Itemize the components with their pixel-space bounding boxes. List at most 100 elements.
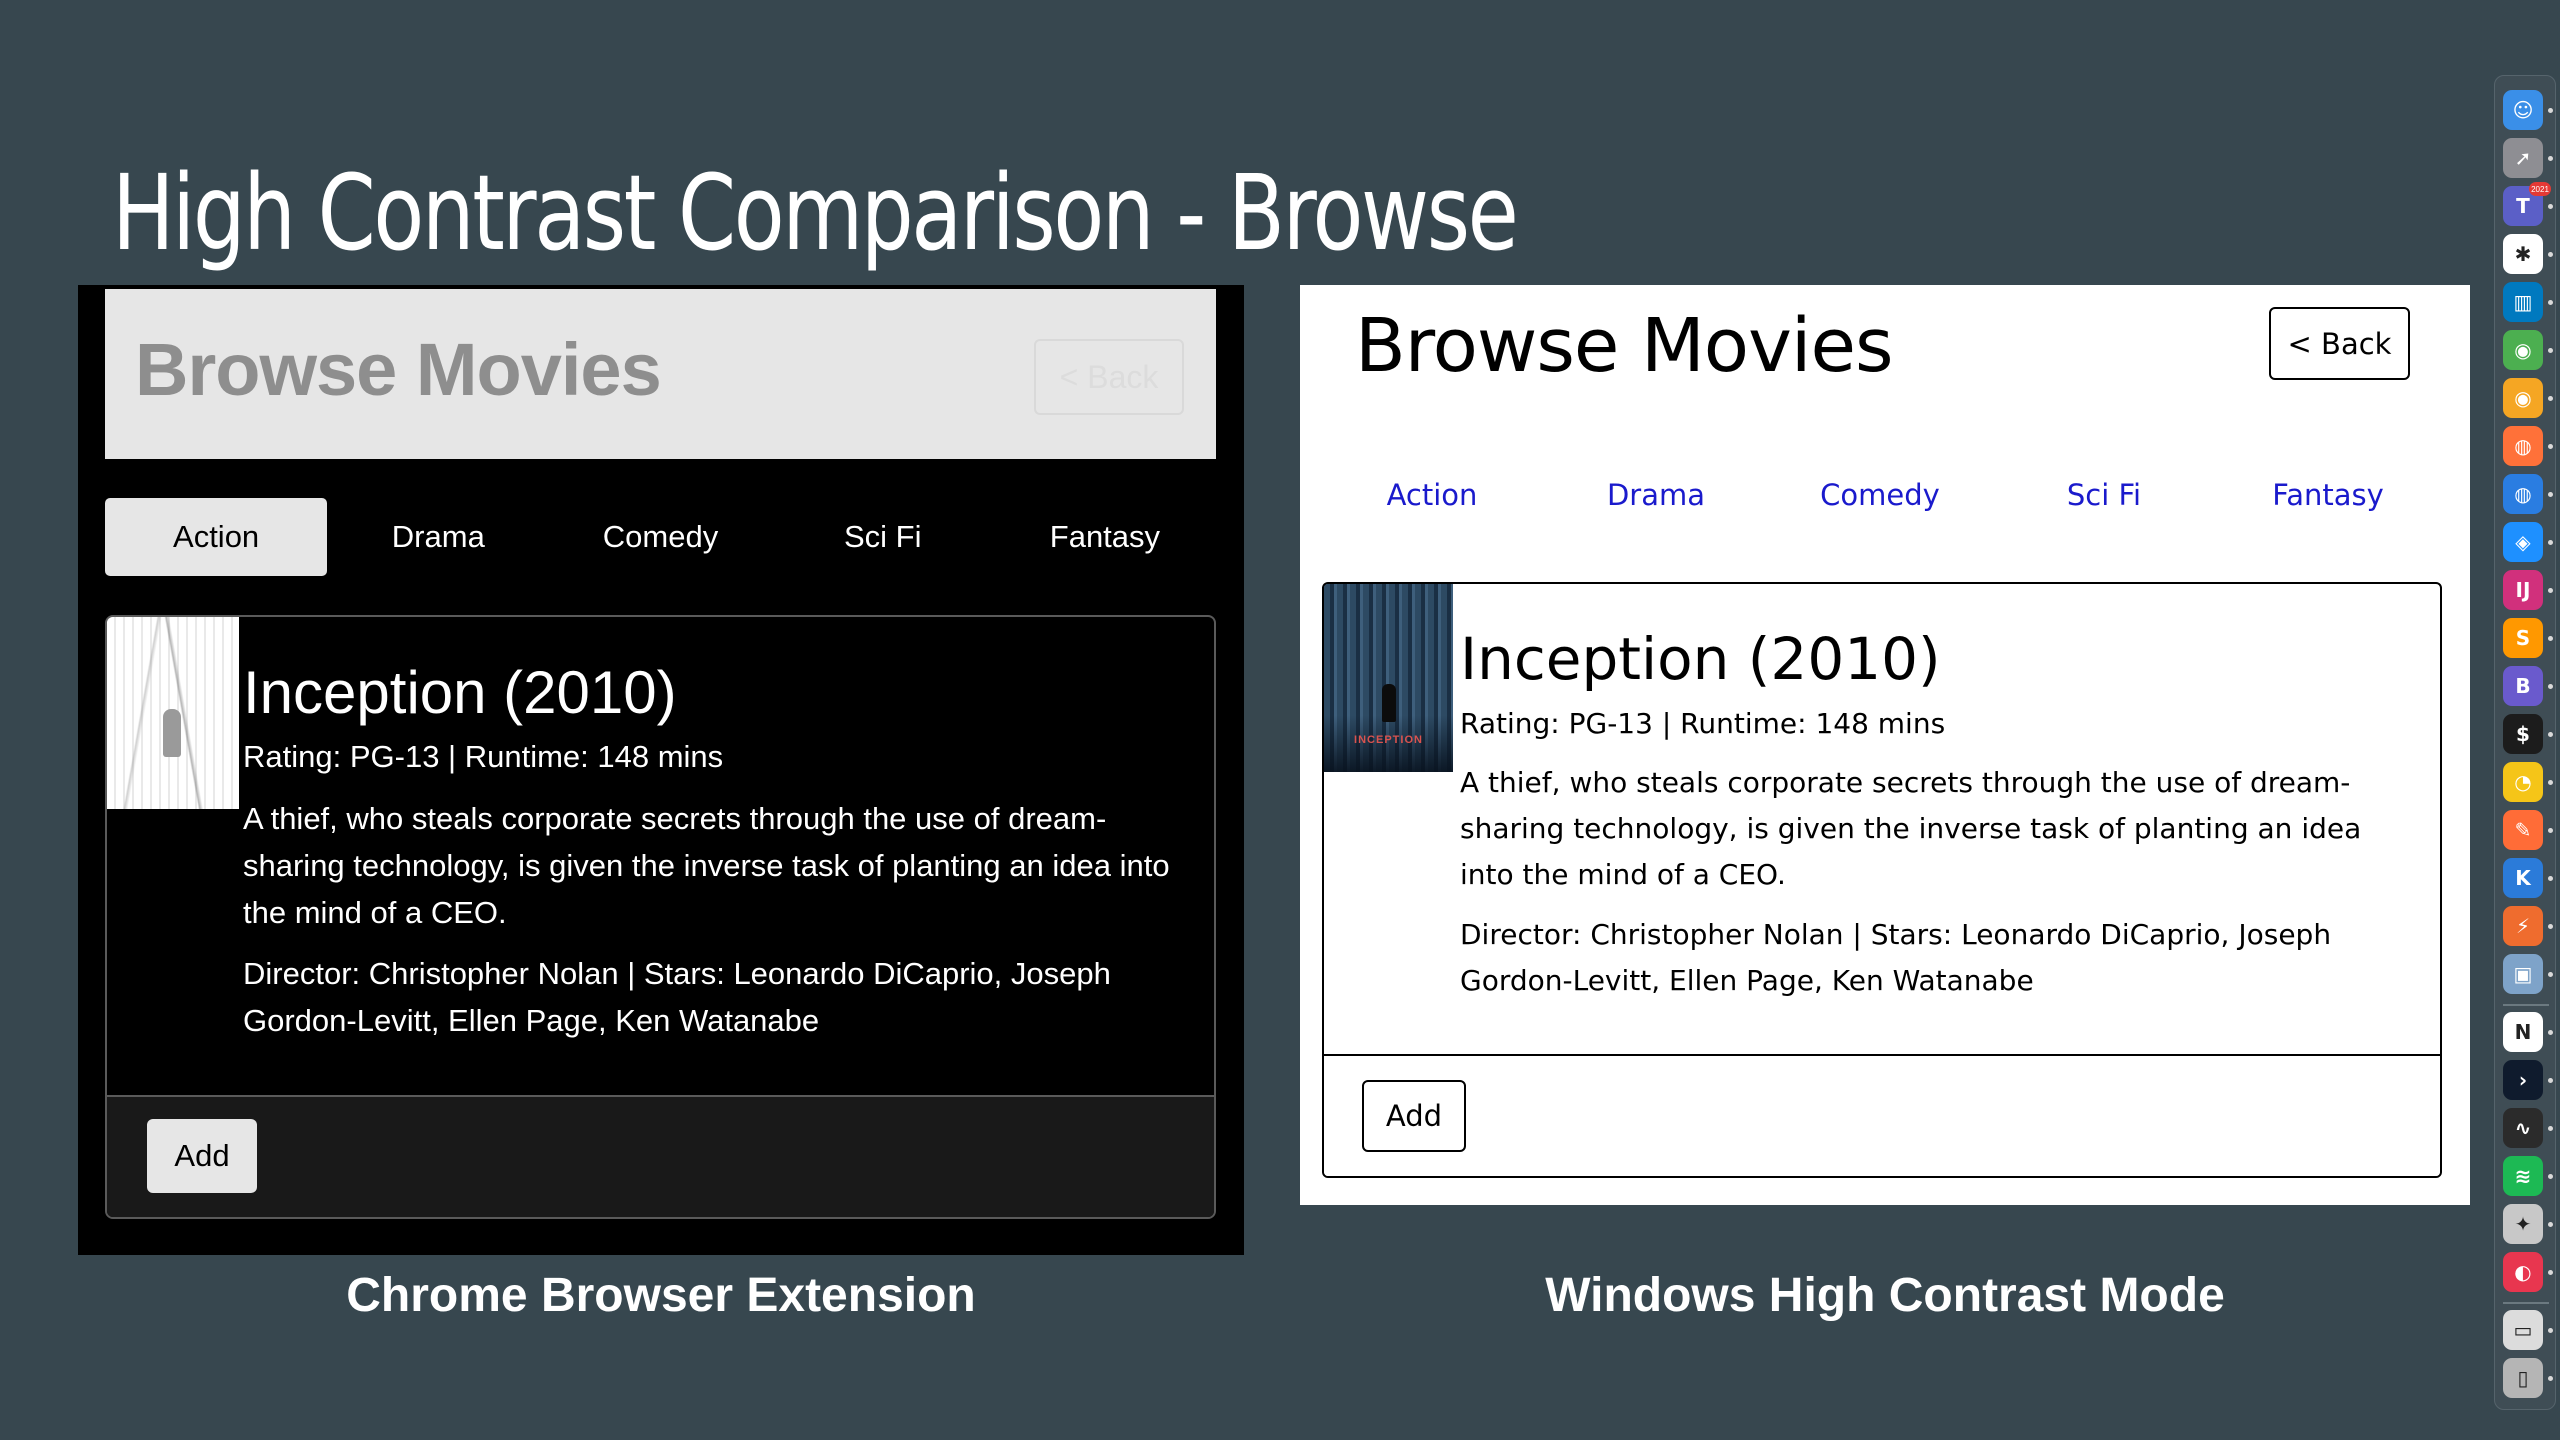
running-indicator (2548, 108, 2553, 113)
running-indicator (2548, 1270, 2553, 1275)
movie-description: A thief, who steals corporate secrets th… (243, 801, 1170, 930)
back-button[interactable]: < Back (2269, 307, 2410, 380)
movie-description: A thief, who steals corporate secrets th… (1460, 766, 2362, 891)
add-button[interactable]: Add (1362, 1080, 1466, 1152)
running-indicator (2548, 1030, 2553, 1035)
notification-badge: 2021 (2529, 182, 2551, 196)
right-caption: Windows High Contrast Mode (1545, 1269, 2225, 1322)
activity-monitor-icon[interactable]: ∿ (2503, 1108, 2543, 1148)
running-indicator (2548, 924, 2553, 929)
genre-tabs: Action Drama Comedy Sci Fi Fantasy (105, 498, 1216, 576)
slide-title: High Contrast Comparison - Browse (112, 152, 1519, 274)
firefox-developer-icon[interactable]: ◍ (2503, 474, 2543, 514)
tab-action[interactable]: Action (105, 498, 328, 576)
poster-figure (1382, 684, 1396, 722)
tab-sci-fi[interactable]: Sci Fi (1992, 465, 2216, 525)
page-header: Browse Movies < Back (105, 289, 1216, 459)
cyberduck-icon[interactable]: ◔ (2503, 762, 2543, 802)
running-indicator (2548, 492, 2553, 497)
running-indicator (2548, 252, 2553, 257)
sublime-text-icon[interactable]: S (2503, 618, 2543, 658)
dock: ☺ ➚ T 2021 ✱ ▥ ◉ ◉ ◍ ◍ ◈ IJ S B $ ◔ ✎ K ⚡ ▣ N › ∿ ≋ ✦ ◐ ▭ ▯ (2494, 75, 2556, 1410)
running-indicator (2548, 204, 2553, 209)
chrome-canary-icon[interactable]: ◉ (2503, 378, 2543, 418)
running-indicator (2548, 300, 2553, 305)
running-indicator (2548, 876, 2553, 881)
running-indicator (2548, 444, 2553, 449)
tab-drama[interactable]: Drama (327, 498, 549, 576)
movie-meta: Rating: PG-13 | Runtime: 148 mins (1460, 707, 1946, 740)
running-indicator (2548, 1376, 2553, 1381)
running-indicator (2548, 1328, 2553, 1333)
trash-icon[interactable]: ▯ (2503, 1358, 2543, 1398)
tab-drama[interactable]: Drama (1544, 465, 1768, 525)
bbedit-icon[interactable]: B (2503, 666, 2543, 706)
spotify-icon[interactable]: ≋ (2503, 1156, 2543, 1196)
movie-title: Inception (2010) (243, 659, 677, 726)
virtualbox-icon[interactable]: ▣ (2503, 954, 2543, 994)
tab-fantasy[interactable]: Fantasy (994, 498, 1216, 576)
running-indicator (2548, 732, 2553, 737)
terminal-icon[interactable]: $ (2503, 714, 2543, 754)
running-indicator (2548, 540, 2553, 545)
running-indicator (2548, 1078, 2553, 1083)
movie-poster (107, 617, 239, 809)
disk-utility-icon[interactable]: ✦ (2503, 1204, 2543, 1244)
running-indicator (2548, 396, 2553, 401)
movie-credits: Director: Christopher Nolan | Stars: Leo… (1460, 918, 2332, 997)
chrome-icon[interactable]: ◉ (2503, 330, 2543, 370)
speeko-icon[interactable]: ◐ (2503, 1252, 2543, 1292)
movie-details: Inception (2010) Rating: PG-13 | Runtime… (243, 657, 1193, 1044)
postman-icon[interactable]: ✎ (2503, 810, 2543, 850)
launchpad-icon[interactable]: ➚ (2503, 138, 2543, 178)
running-indicator (2548, 636, 2553, 641)
movie-card: INCEPTION Inception (2010) Rating: PG-13… (1322, 582, 2442, 1178)
running-indicator (2548, 1222, 2553, 1227)
running-indicator (2548, 156, 2553, 161)
slack-icon[interactable]: ✱ (2503, 234, 2543, 274)
movie-details: Inception (2010) Rating: PG-13 | Runtime… (1460, 624, 2410, 1004)
movie-title: Inception (2010) (1460, 625, 1941, 693)
running-indicator (2548, 828, 2553, 833)
intellij-icon[interactable]: IJ (2503, 570, 2543, 610)
dock-separator (2503, 1004, 2549, 1006)
tab-fantasy[interactable]: Fantasy (2216, 465, 2440, 525)
windows-high-contrast-screenshot: Browse Movies < Back Action Drama Comedy… (1300, 285, 2470, 1205)
card-footer: Add (107, 1095, 1214, 1217)
downloads-folder-icon[interactable]: ▭ (2503, 1310, 2543, 1350)
running-indicator (2548, 780, 2553, 785)
running-indicator (2548, 1174, 2553, 1179)
movie-poster: INCEPTION (1324, 584, 1453, 772)
movie-card: Inception (2010) Rating: PG-13 | Runtime… (105, 615, 1216, 1219)
notion-icon[interactable]: N (2503, 1012, 2543, 1052)
running-indicator (2548, 1126, 2553, 1131)
chrome-extension-screenshot: Browse Movies < Back Action Drama Comedy… (78, 285, 1244, 1255)
running-indicator (2548, 348, 2553, 353)
sourcetree-icon[interactable]: ⚡ (2503, 906, 2543, 946)
genre-tabs: Action Drama Comedy Sci Fi Fantasy (1320, 465, 2440, 525)
page-title: Browse Movies (135, 328, 662, 411)
kaleidoscope-icon[interactable]: K (2503, 858, 2543, 898)
running-indicator (2548, 972, 2553, 977)
page-title: Browse Movies (1355, 303, 1894, 389)
movie-meta: Rating: PG-13 | Runtime: 148 mins (243, 739, 724, 774)
tab-comedy[interactable]: Comedy (1768, 465, 1992, 525)
back-button[interactable]: < Back (1034, 339, 1184, 415)
tab-comedy[interactable]: Comedy (549, 498, 771, 576)
add-button[interactable]: Add (147, 1119, 257, 1193)
left-caption: Chrome Browser Extension (346, 1269, 976, 1322)
running-indicator (2548, 588, 2553, 593)
dock-separator (2503, 1302, 2549, 1304)
poster-title-text: INCEPTION (1354, 734, 1423, 746)
firefox-icon[interactable]: ◍ (2503, 426, 2543, 466)
vscode-remote-icon[interactable]: › (2503, 1060, 2543, 1100)
finder-icon[interactable]: ☺ (2503, 90, 2543, 130)
card-footer: Add (1324, 1054, 2440, 1176)
running-indicator (2548, 684, 2553, 689)
poster-figure (163, 709, 181, 757)
tab-action[interactable]: Action (1320, 465, 1544, 525)
trello-icon[interactable]: ▥ (2503, 282, 2543, 322)
safari-icon[interactable]: ◈ (2503, 522, 2543, 562)
movie-credits: Director: Christopher Nolan | Stars: Leo… (243, 956, 1111, 1038)
tab-sci-fi[interactable]: Sci Fi (772, 498, 994, 576)
